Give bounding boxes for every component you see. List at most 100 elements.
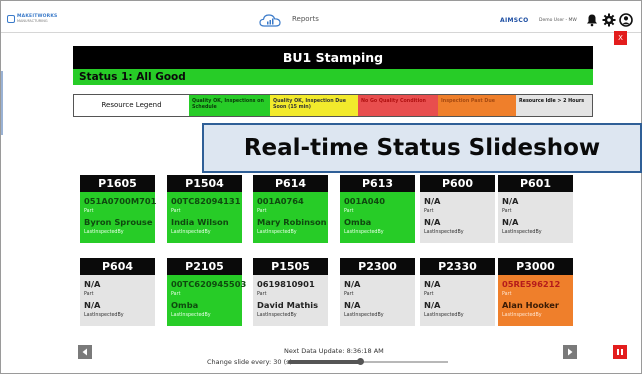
tile-part-value: 00TC82094131 xyxy=(171,196,241,206)
tile-inspector-value: N/A xyxy=(424,300,441,310)
tile-resource-name: P2300 xyxy=(340,258,415,275)
tile-inspector-value: N/A xyxy=(424,217,441,227)
legend-item-on-schedule: Quality OK, Inspections on Schedule xyxy=(189,95,270,116)
tile-resource-name: P601 xyxy=(498,175,573,192)
tile-resource-name: P2330 xyxy=(420,258,495,275)
tile-body: 001A0764 Part Mary Robinson LastInspectedBy xyxy=(253,192,328,243)
arrow-left-icon xyxy=(82,348,87,356)
user-icon[interactable] xyxy=(619,13,633,27)
resource-tile-p3000[interactable]: P3000 05RE596212 Part Alan Hooker LastInspec… xyxy=(498,258,573,326)
tile-part-value: 001A040 xyxy=(344,196,386,206)
app-window: MAKEITWORKS MANUFACTURING Reports AIMSCO… xyxy=(0,0,642,374)
tile-inspector-label: LastInspectedBy xyxy=(84,313,124,318)
resource-tile-p600[interactable]: P600 N/A Part N/A LastInspectedBy xyxy=(420,175,495,243)
next-update-text: Next Data Update: 8:36:18 AM xyxy=(284,347,384,355)
bar-chart-cloud-icon[interactable] xyxy=(259,13,281,27)
tile-inspector-label: LastInspectedBy xyxy=(344,313,384,318)
tile-inspector-label: LastInspectedBy xyxy=(424,230,464,235)
tile-inspector-value: David Mathis xyxy=(257,300,319,310)
slider-thumb[interactable] xyxy=(357,358,364,365)
tile-inspector-value: N/A xyxy=(502,217,519,227)
tile-part-label: Part xyxy=(502,209,512,214)
tile-inspector-label: LastInspectedBy xyxy=(171,313,211,318)
legend-item-due-soon: Quality OK, Inspection Due Soon (15 min) xyxy=(270,95,358,116)
tile-part-label: Part xyxy=(424,292,434,297)
resource-tile-p614[interactable]: P614 001A0764 Part Mary Robinson LastInspect… xyxy=(253,175,328,243)
tile-part-value: N/A xyxy=(424,279,441,289)
logo-mark-icon xyxy=(7,15,15,23)
resource-tile-p2300[interactable]: P2300 N/A Part N/A LastInspectedBy xyxy=(340,258,415,326)
page-title: BU1 Stamping xyxy=(73,46,593,69)
resource-legend: Resource Legend Quality OK, Inspections … xyxy=(73,94,593,117)
tile-inspector-value: N/A xyxy=(344,300,361,310)
tile-inspector-label: LastInspectedBy xyxy=(84,230,124,235)
tile-inspector-label: LastInspectedBy xyxy=(257,230,297,235)
bell-icon[interactable] xyxy=(585,13,599,27)
slide-interval-label: Change slide every: 30 (s) xyxy=(207,358,293,366)
tile-body: 001A040 Part Omba LastInspectedBy xyxy=(340,192,415,243)
top-bar: MAKEITWORKS MANUFACTURING Reports AIMSCO… xyxy=(1,1,641,33)
resource-tile-p604[interactable]: P604 N/A Part N/A LastInspectedBy xyxy=(80,258,155,326)
tile-part-value: N/A xyxy=(502,196,519,206)
status-banner: Status 1: All Good xyxy=(73,69,593,85)
tile-inspector-label: LastInspectedBy xyxy=(424,313,464,318)
resource-tile-p2105[interactable]: P2105 00TC620945503 Part Omba LastInspectedB… xyxy=(167,258,246,326)
close-button[interactable]: X xyxy=(614,31,627,45)
tile-resource-name: P1505 xyxy=(253,258,328,275)
tile-body: 00TC620945503 Part Omba LastInspectedBy xyxy=(167,275,246,326)
slide-interval-slider[interactable] xyxy=(288,358,448,365)
tile-inspector-value: India Wilson xyxy=(171,217,229,227)
tile-inspector-label: LastInspectedBy xyxy=(502,230,542,235)
tile-body: 00TC82094131 Part India Wilson LastInspecte… xyxy=(167,192,242,243)
tile-part-value: N/A xyxy=(344,279,361,289)
tile-part-value: N/A xyxy=(84,279,101,289)
resource-tile-p613[interactable]: P613 001A040 Part Omba LastInspectedBy xyxy=(340,175,415,243)
next-slide-button[interactable] xyxy=(563,345,577,359)
resource-tile-p2330[interactable]: P2330 N/A Part N/A LastInspectedBy xyxy=(420,258,495,326)
sidebar-edge xyxy=(1,71,3,135)
logo-subtext: MANUFACTURING xyxy=(17,19,48,23)
slider-fill xyxy=(288,360,360,364)
tile-part-value: 051A0700M701 xyxy=(84,196,157,206)
legend-item-no-go: No Go Quality Condition xyxy=(358,95,438,116)
tile-resource-name: P1605 xyxy=(80,175,155,192)
pause-button[interactable] xyxy=(613,345,627,359)
tile-resource-name: P1504 xyxy=(167,175,242,192)
tile-inspector-value: Omba xyxy=(171,300,199,310)
tile-part-label: Part xyxy=(171,292,181,297)
tile-part-label: Part xyxy=(84,292,94,297)
gear-icon[interactable] xyxy=(602,13,616,27)
reports-link[interactable]: Reports xyxy=(292,15,319,23)
tile-part-label: Part xyxy=(171,209,181,214)
tile-part-value: 0619810901 xyxy=(257,279,315,289)
logo[interactable]: MAKEITWORKS MANUFACTURING xyxy=(7,14,57,26)
slideshow-caption: Real-time Status Slideshow xyxy=(202,123,642,173)
tile-body: N/A Part N/A LastInspectedBy xyxy=(498,192,573,243)
resource-tile-p1505[interactable]: P1505 0619810901 Part David Mathis LastInspe… xyxy=(253,258,328,326)
legend-item-idle: Resource Idle > 2 Hours xyxy=(516,95,592,116)
tile-resource-name: P3000 xyxy=(498,258,573,275)
tile-part-label: Part xyxy=(257,292,267,297)
resource-tile-p1504[interactable]: P1504 00TC82094131 Part India Wilson LastIns… xyxy=(167,175,242,243)
tile-resource-name: P614 xyxy=(253,175,328,192)
tile-body: 05RE596212 Part Alan Hooker LastInspectedBy xyxy=(498,275,573,326)
pause-icon xyxy=(617,349,619,355)
tile-part-value: N/A xyxy=(424,196,441,206)
brand-logo: AIMSCO xyxy=(500,17,529,24)
tile-inspector-value: Alan Hooker xyxy=(502,300,560,310)
user-name[interactable]: Demo User - MW xyxy=(539,18,577,23)
tile-body: 0619810901 Part David Mathis LastInspectedB… xyxy=(253,275,328,326)
resource-tile-p1605[interactable]: P1605 051A0700M701 Part Byron Sprouse LastIn… xyxy=(80,175,157,243)
tile-inspector-value: Omba xyxy=(344,217,372,227)
tile-part-value: 00TC620945503 xyxy=(171,279,247,289)
tile-part-label: Part xyxy=(84,209,94,214)
tile-resource-name: P604 xyxy=(80,258,155,275)
tile-part-label: Part xyxy=(257,209,267,214)
resource-tile-p601[interactable]: P601 N/A Part N/A LastInspectedBy xyxy=(498,175,573,243)
tile-inspector-label: LastInspectedBy xyxy=(344,230,384,235)
previous-slide-button[interactable] xyxy=(78,345,92,359)
tile-body: N/A Part N/A LastInspectedBy xyxy=(80,275,155,326)
tile-part-label: Part xyxy=(424,209,434,214)
legend-label: Resource Legend xyxy=(101,101,162,109)
tile-inspector-value: Byron Sprouse xyxy=(84,217,153,227)
